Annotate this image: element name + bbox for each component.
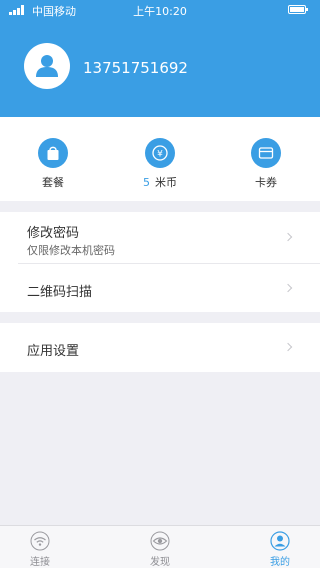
mi-coin-text: 米币 [155, 176, 177, 189]
settings-menu: 应用设置 [0, 323, 320, 372]
package-button[interactable]: 套餐 [13, 117, 93, 201]
yuan-coin-icon: ¥ [145, 138, 175, 168]
card-icon [251, 138, 281, 168]
svg-text:¥: ¥ [157, 150, 163, 160]
user-icon [270, 531, 290, 551]
status-bar: 中国移动 上午10:20 [0, 0, 320, 20]
tab-connect-label: 连接 [30, 557, 50, 568]
app-settings-row[interactable]: 应用设置 [0, 323, 320, 372]
coupon-button[interactable]: 卡券 [226, 117, 306, 201]
eye-icon [150, 531, 170, 551]
change-password-title: 修改密码 [27, 226, 80, 241]
coupon-label: 卡券 [255, 176, 277, 189]
wifi-icon [30, 531, 50, 551]
profile-header: 中国移动 上午10:20 13751751692 [0, 0, 320, 117]
mi-coin-label: 5 米币 [120, 174, 200, 190]
chevron-right-icon [285, 285, 293, 293]
change-password-row[interactable]: 修改密码 仅限修改本机密码 [0, 212, 320, 264]
mi-coin-count: 5 [143, 176, 150, 189]
app-settings-title: 应用设置 [27, 344, 80, 359]
account-menu: 修改密码 仅限修改本机密码 二维码扫描 [0, 212, 320, 312]
tab-mine-label: 我的 [270, 557, 290, 568]
tab-bar: 连接 发现 我的 [0, 525, 320, 568]
qr-scan-title: 二维码扫描 [27, 285, 93, 300]
qr-scan-row[interactable]: 二维码扫描 [0, 264, 320, 312]
tab-discover[interactable]: 发现 [120, 526, 200, 568]
chevron-right-icon [285, 344, 293, 352]
change-password-subtitle: 仅限修改本机密码 [27, 244, 115, 257]
battery-icon [288, 5, 308, 14]
user-avatar-icon [36, 55, 58, 77]
package-label: 套餐 [42, 176, 64, 189]
mi-coin-button[interactable]: ¥ 5 米币 [120, 117, 200, 201]
tab-mine[interactable]: 我的 [240, 526, 320, 568]
bag-icon [38, 138, 68, 168]
tab-connect[interactable]: 连接 [0, 526, 80, 568]
tab-discover-label: 发现 [150, 557, 170, 568]
chevron-right-icon [285, 234, 293, 242]
avatar[interactable] [24, 43, 70, 89]
quick-actions: 套餐 ¥ 5 米币 卡券 [0, 117, 320, 201]
phone-number: 13751751692 [83, 59, 188, 77]
status-time: 上午10:20 [133, 5, 187, 18]
